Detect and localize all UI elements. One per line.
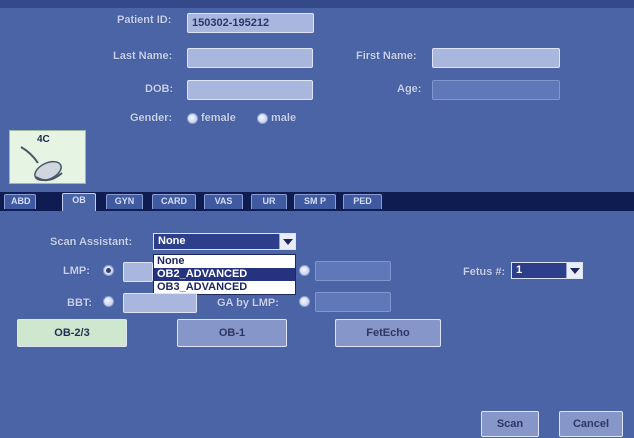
age-field	[432, 80, 560, 100]
ob-2-3-button[interactable]: OB-2/3	[17, 319, 127, 347]
first-name-field[interactable]	[432, 48, 560, 68]
male-radio[interactable]	[257, 113, 268, 124]
ob-1-button[interactable]: OB-1	[177, 319, 287, 347]
option-none[interactable]: None	[154, 255, 295, 268]
option-ob2-advanced[interactable]: OB2_ADVANCED	[154, 268, 295, 281]
lmp-radio[interactable]	[103, 265, 114, 276]
fetus-select[interactable]: 1	[511, 262, 583, 279]
ga-by-lmp-label: GA by LMP:	[217, 297, 279, 309]
last-name-field[interactable]	[187, 48, 313, 68]
ga-by-lmp-field[interactable]	[315, 292, 391, 312]
lmp-label: LMP:	[63, 265, 90, 277]
scan-assistant-value: None	[158, 235, 186, 247]
ga-field-1[interactable]	[315, 261, 391, 281]
fetecho-button[interactable]: FetEcho	[335, 319, 441, 347]
patient-id-label: Patient ID:	[117, 14, 172, 26]
lmp-field[interactable]	[123, 262, 153, 282]
tab-ob[interactable]: OB	[62, 193, 96, 211]
cancel-button[interactable]: Cancel	[559, 411, 623, 437]
female-radio[interactable]	[187, 113, 198, 124]
tab-gyn[interactable]: GYN	[106, 194, 143, 209]
patient-id-field[interactable]: 150302-195212	[187, 13, 314, 33]
dob-label: DOB:	[145, 83, 174, 95]
ga-radio-2[interactable]	[299, 296, 310, 307]
tab-abd[interactable]: ABD	[4, 194, 36, 209]
ga-radio-1[interactable]	[299, 265, 310, 276]
last-name-label: Last Name:	[113, 50, 173, 62]
scan-assistant-select[interactable]: None	[153, 233, 296, 250]
top-strip	[0, 0, 634, 8]
bbt-radio[interactable]	[103, 296, 114, 307]
tab-ur[interactable]: UR	[251, 194, 287, 209]
female-label: female	[201, 112, 236, 124]
chevron-down-icon[interactable]	[566, 263, 582, 278]
probe-icon	[20, 146, 63, 182]
bbt-field[interactable]	[123, 293, 197, 313]
age-label: Age:	[397, 83, 422, 95]
chevron-down-icon[interactable]	[279, 234, 295, 249]
scan-button[interactable]: Scan	[481, 411, 539, 437]
gender-label: Gender:	[130, 112, 173, 124]
tab-sm-p[interactable]: SM P	[294, 194, 336, 209]
tab-ped[interactable]: PED	[343, 194, 382, 209]
bbt-label: BBT:	[67, 297, 93, 309]
tab-vas[interactable]: VAS	[204, 194, 243, 209]
first-name-label: First Name:	[356, 50, 417, 62]
probe-button[interactable]: 4C	[9, 130, 86, 184]
tab-card[interactable]: CARD	[152, 194, 196, 209]
male-label: male	[271, 112, 297, 124]
fetus-label: Fetus #:	[463, 266, 506, 278]
scan-assistant-dropdown: None OB2_ADVANCED OB3_ADVANCED	[153, 254, 296, 295]
fetus-value: 1	[516, 264, 523, 276]
scan-assistant-label: Scan Assistant:	[50, 236, 133, 248]
dob-field[interactable]	[187, 80, 313, 100]
